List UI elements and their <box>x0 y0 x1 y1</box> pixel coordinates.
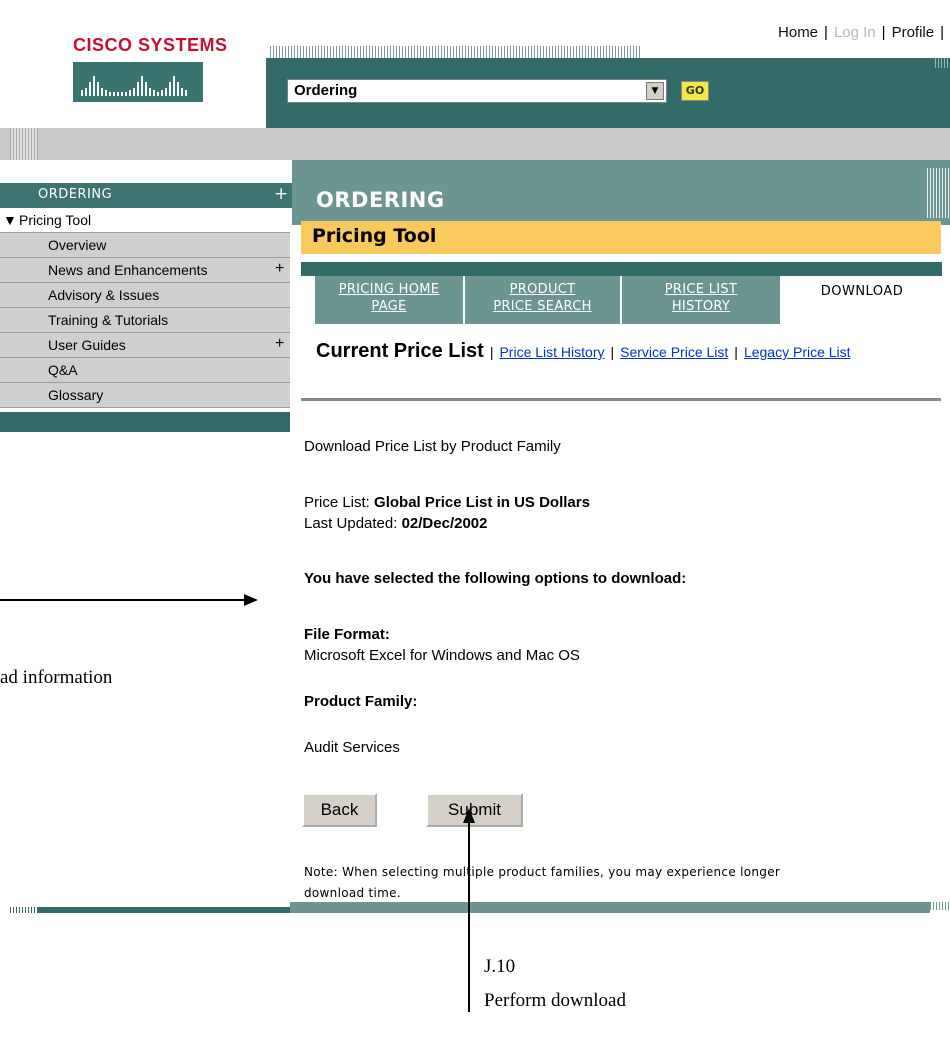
annotation-left-text: ad information <box>0 667 113 688</box>
annotation-step-text: Perform download <box>484 990 626 1011</box>
annotation-step: J.10 <box>484 956 516 977</box>
annotation-arrows <box>0 594 475 1012</box>
